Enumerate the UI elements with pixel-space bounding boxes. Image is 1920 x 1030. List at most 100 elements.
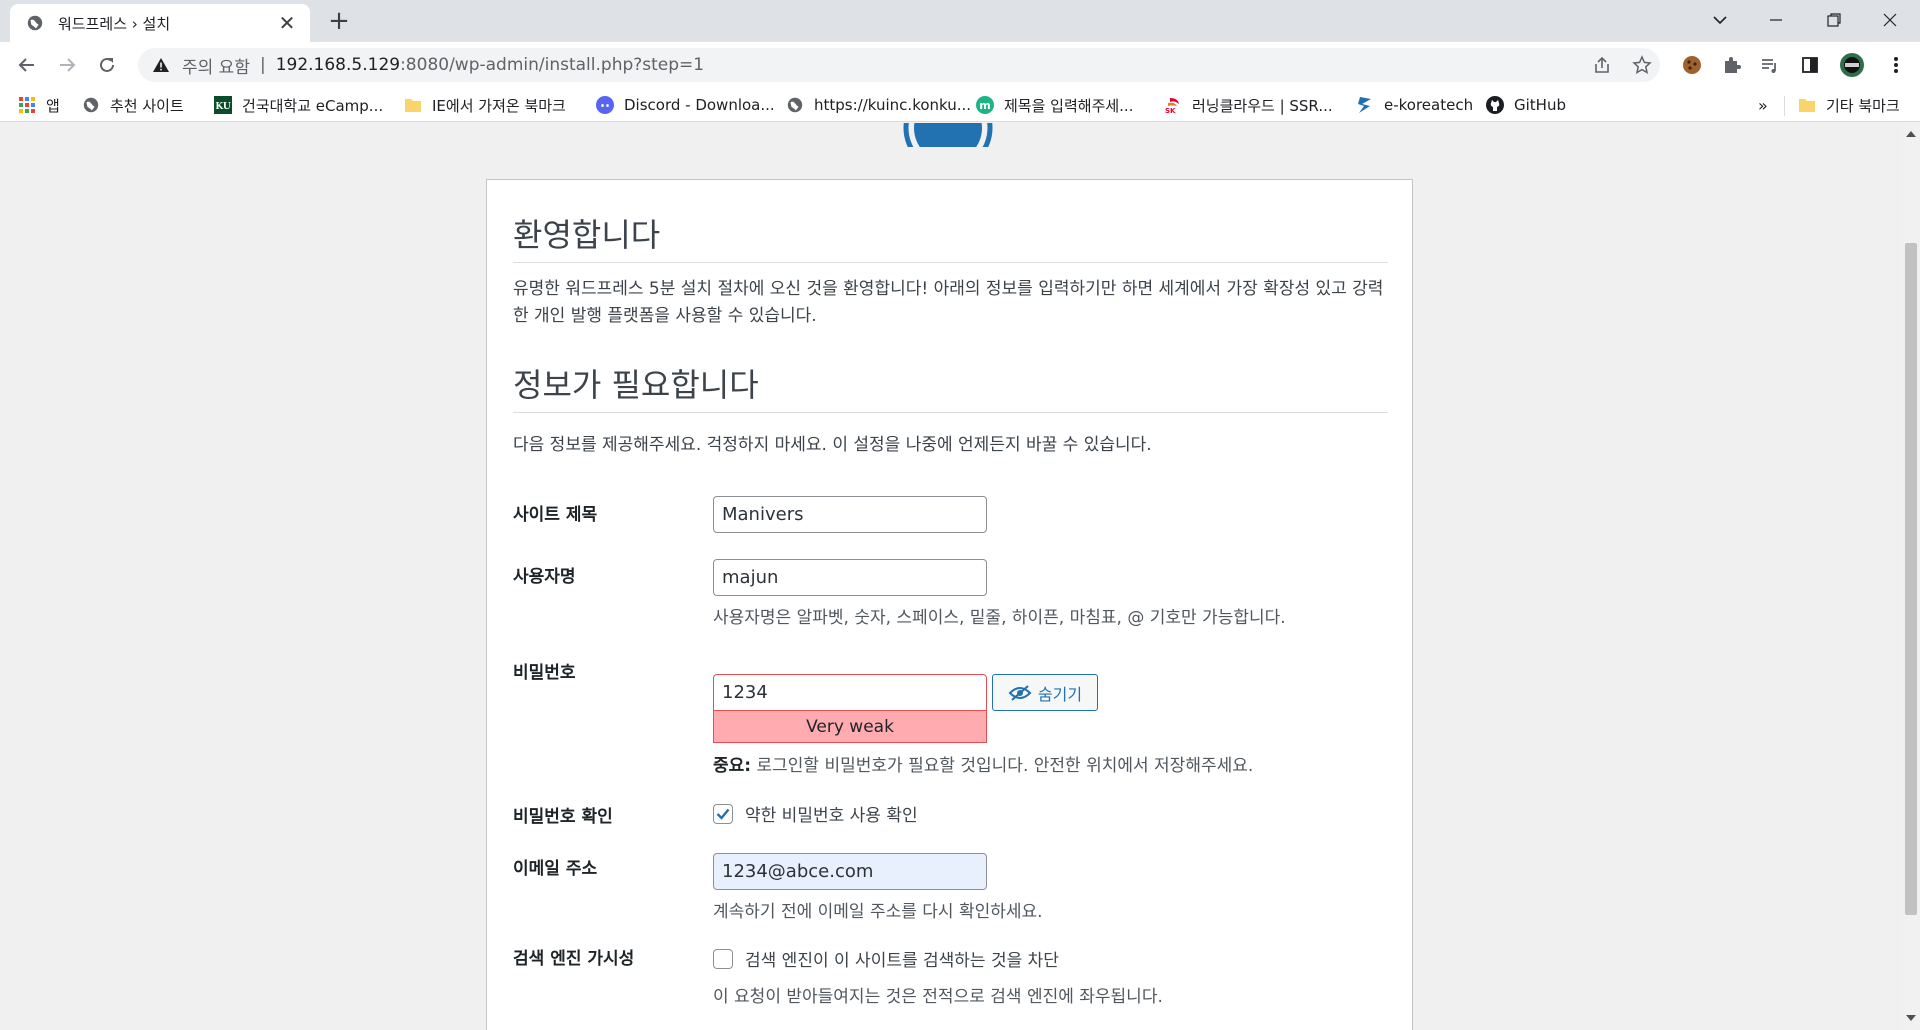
wordpress-logo-icon xyxy=(903,123,993,147)
url-path: :8080/wp-admin/install.php?step=1 xyxy=(400,55,705,75)
close-tab-icon[interactable]: ✕ xyxy=(276,11,298,35)
folder-icon xyxy=(1798,96,1816,114)
bookmark-label: 러닝클라우드 | SSR... xyxy=(1192,96,1333,115)
bookmark-label: e-koreatech xyxy=(1384,96,1474,114)
confirm-password-label: 비밀번호 확인 xyxy=(513,807,613,827)
koreatech-icon xyxy=(1356,96,1374,114)
browser-tab[interactable]: 워드프레스 › 설치 ✕ xyxy=(10,4,310,42)
sk-logo-icon: SK xyxy=(1164,96,1182,114)
bookmark-apps[interactable]: 앱 xyxy=(18,94,60,116)
close-window-button[interactable] xyxy=(1862,0,1918,40)
confirm-weak-checkbox[interactable] xyxy=(713,803,733,824)
bookmark-label: Discord - Downloa... xyxy=(624,96,775,114)
bookmark-star-icon[interactable] xyxy=(1628,51,1656,79)
m-logo-icon: m xyxy=(976,96,994,114)
bookmark-label: https://kuinc.konku... xyxy=(814,96,972,114)
address-bar[interactable]: 주의 요함 | 192.168.5.129 :8080/wp-admin/ins… xyxy=(138,48,1660,82)
warning-icon xyxy=(153,58,169,72)
bookmark-other[interactable]: 기타 북마크 xyxy=(1798,94,1900,116)
password-hint-text: 로그인할 비밀번호가 필요할 것입니다. 안전한 위치에서 저장해주세요. xyxy=(756,756,1254,776)
bookmark-kuinc[interactable]: https://kuinc.konku... xyxy=(786,94,971,116)
search-engine-checkbox[interactable] xyxy=(713,948,733,969)
forward-button[interactable] xyxy=(52,50,82,80)
bookmark-discord[interactable]: Discord - Downloa... xyxy=(596,94,775,116)
bookmark-label: GitHub xyxy=(1514,96,1566,114)
apps-grid-icon xyxy=(18,96,36,114)
arrow-right-icon xyxy=(60,58,76,72)
username-hint: 사용자명은 알파벳, 숫자, 스페이스, 밑줄, 하이픈, 마침표, @ 기호만… xyxy=(713,608,1286,628)
page-scrollbar[interactable] xyxy=(1902,123,1920,1030)
security-status[interactable]: 주의 요함 xyxy=(182,53,250,78)
scroll-down-arrow-icon[interactable] xyxy=(1902,1011,1920,1025)
url-separator: | xyxy=(259,55,266,75)
password-hint: 중요: 로그인할 비밀번호가 필요할 것입니다. 안전한 위치에서 저장해주세요… xyxy=(713,751,1253,776)
password-input[interactable]: 1234 xyxy=(713,674,987,711)
minimize-button[interactable] xyxy=(1748,0,1804,40)
search-engine-block[interactable]: 검색 엔진이 이 사이트를 검색하는 것을 차단 xyxy=(713,946,1059,971)
bookmark-label: 추천 사이트 xyxy=(110,96,184,115)
bookmark-recommended-sites[interactable]: 추천 사이트 xyxy=(82,94,184,116)
eye-slash-icon xyxy=(1008,684,1032,701)
password-label: 비밀번호 xyxy=(513,663,576,683)
globe-icon xyxy=(82,96,100,114)
bookmark-label: 기타 북마크 xyxy=(1826,96,1900,115)
heading-divider xyxy=(513,412,1388,413)
svg-text:SK: SK xyxy=(1165,107,1176,114)
back-button[interactable] xyxy=(12,50,42,80)
globe-icon xyxy=(786,96,804,114)
extensions-puzzle-icon[interactable] xyxy=(1718,51,1746,79)
info-text: 다음 정보를 제공해주세요. 걱정하지 마세요. 이 설정을 나중에 언제든지 … xyxy=(513,435,1152,455)
email-hint: 계속하기 전에 이메일 주소를 다시 확인하세요. xyxy=(713,902,1043,922)
search-visibility-label: 검색 엔진 가시성 xyxy=(513,949,635,969)
svg-text:KU: KU xyxy=(215,102,231,112)
globe-icon xyxy=(27,15,43,31)
confirm-weak-password[interactable]: 약한 비밀번호 사용 확인 xyxy=(713,801,918,826)
side-panel-icon[interactable] xyxy=(1796,51,1824,79)
important-label: 중요: xyxy=(713,756,752,776)
site-title-input[interactable]: Manivers xyxy=(713,496,987,533)
github-icon xyxy=(1486,96,1504,114)
scroll-thumb[interactable] xyxy=(1905,243,1917,915)
confirm-weak-label: 약한 비밀번호 사용 확인 xyxy=(745,806,918,826)
cookie-extension-icon[interactable] xyxy=(1678,51,1706,79)
tab-strip: 워드프레스 › 설치 ✕ + xyxy=(0,0,1920,42)
profile-avatar-icon[interactable] xyxy=(1838,51,1866,79)
more-menu-icon[interactable] xyxy=(1882,51,1910,79)
checkmark-icon xyxy=(716,808,730,820)
bookmarks-overflow-button[interactable]: » xyxy=(1758,94,1768,116)
password-strength-meter: Very weak xyxy=(713,711,987,743)
url-host: 192.168.5.129 xyxy=(275,55,401,75)
heading-divider xyxy=(513,262,1388,263)
bookmark-e-koreatech[interactable]: e-koreatech xyxy=(1356,94,1473,116)
bookmark-learning-cloud[interactable]: SK 러닝클라우드 | SSR... xyxy=(1164,94,1333,116)
bookmark-ie-imported[interactable]: IE에서 가져온 북마크 xyxy=(404,94,566,116)
welcome-heading: 환영합니다 xyxy=(513,216,661,254)
folder-icon xyxy=(404,96,422,114)
email-label: 이메일 주소 xyxy=(513,859,598,879)
bookmark-label: 건국대학교 eCamp... xyxy=(242,96,384,115)
username-input[interactable]: majun xyxy=(713,559,987,596)
hide-password-button[interactable]: 숨기기 xyxy=(992,674,1098,711)
share-icon[interactable] xyxy=(1588,51,1616,79)
search-engine-hint: 이 요청이 받아들여지는 것은 전적으로 검색 엔진에 좌우됩니다. xyxy=(713,987,1163,1007)
media-queue-icon[interactable] xyxy=(1756,51,1784,79)
restore-button[interactable] xyxy=(1806,0,1862,40)
scroll-up-arrow-icon[interactable] xyxy=(1902,127,1920,141)
reload-icon xyxy=(100,57,114,72)
new-tab-button[interactable]: + xyxy=(324,6,354,36)
bookmark-konkuk-ecampus[interactable]: KU 건국대학교 eCamp... xyxy=(214,94,383,116)
bookmark-github[interactable]: GitHub xyxy=(1486,94,1566,116)
bookmark-untitled[interactable]: m 제목을 입력해주세... xyxy=(976,94,1133,116)
bookmarks-bar: 앱 추천 사이트 KU 건국대학교 eCamp... IE에서 가져온 북마크 … xyxy=(0,88,1920,122)
bookmark-label: IE에서 가져온 북마크 xyxy=(432,96,566,115)
ku-logo-icon: KU xyxy=(214,96,232,114)
bookmark-label: 앱 xyxy=(46,96,60,115)
reload-button[interactable] xyxy=(92,50,122,80)
bookmark-label: 제목을 입력해주세... xyxy=(1004,96,1134,115)
install-form-card: 환영합니다 유명한 워드프레스 5분 설치 절차에 오신 것을 환영합니다! 아… xyxy=(486,179,1413,1030)
page-viewport: 환영합니다 유명한 워드프레스 5분 설치 절차에 오신 것을 환영합니다! 아… xyxy=(0,123,1902,1030)
search-engine-label: 검색 엔진이 이 사이트를 검색하는 것을 차단 xyxy=(745,951,1059,971)
email-input[interactable]: 1234@abce.com xyxy=(713,853,987,890)
tab-search-icon[interactable] xyxy=(1692,0,1748,40)
bookmarks-divider xyxy=(1784,96,1785,116)
